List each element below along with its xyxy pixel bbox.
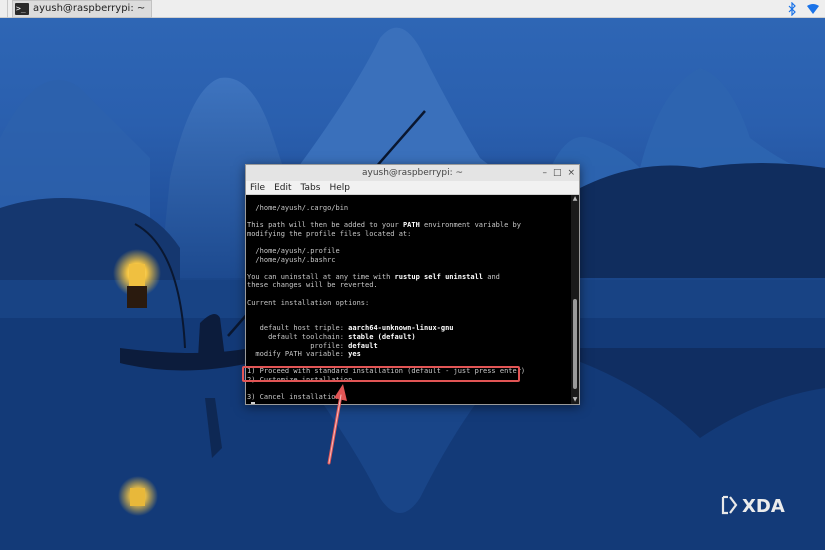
xda-logo: XDA: [721, 495, 785, 517]
xda-logo-text: XDA: [742, 496, 785, 517]
annotation-arrow-icon: [327, 384, 347, 465]
